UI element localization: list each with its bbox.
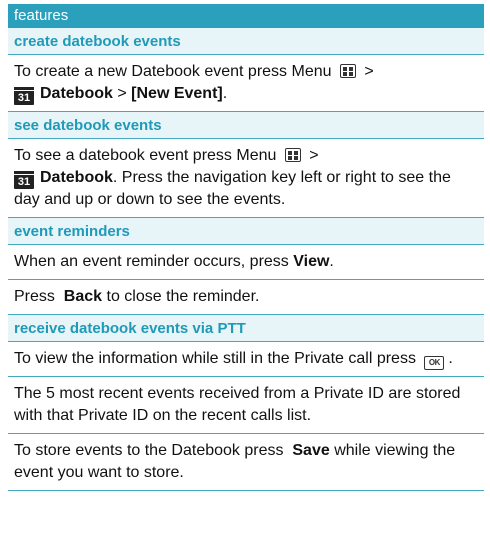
section-heading-text: receive datebook events via PTT bbox=[14, 320, 246, 337]
text: . bbox=[222, 85, 228, 102]
text: Press bbox=[14, 288, 55, 305]
features-header: features bbox=[8, 4, 484, 28]
menu-key-icon bbox=[339, 64, 356, 78]
text: . bbox=[329, 253, 334, 270]
section-heading-text: create datebook events bbox=[14, 33, 181, 50]
menu-key-icon bbox=[284, 148, 301, 162]
text: The 5 most recent events received from a… bbox=[14, 385, 461, 424]
text: To create a new Datebook event press Men… bbox=[14, 63, 332, 80]
ok-key-icon: OK bbox=[424, 356, 445, 370]
text: > bbox=[117, 85, 127, 102]
calendar-31-icon: 31 bbox=[14, 87, 34, 105]
manual-page: features create datebook events To creat… bbox=[0, 0, 490, 555]
section-heading-text: see datebook events bbox=[14, 117, 162, 134]
section-heading-create-datebook-events: create datebook events bbox=[8, 28, 484, 55]
features-table: features create datebook events To creat… bbox=[8, 4, 484, 491]
text: > bbox=[364, 63, 374, 80]
section-heading-see-datebook-events: see datebook events bbox=[8, 112, 484, 139]
section-body-see-datebook-events: To see a datebook event press Menu > 31 D… bbox=[8, 139, 484, 218]
text: > bbox=[309, 147, 319, 164]
text: to close the reminder. bbox=[106, 288, 260, 305]
back-label: Back bbox=[63, 288, 103, 305]
section-body-ptt-2: The 5 most recent events received from a… bbox=[8, 377, 484, 434]
datebook-label: Datebook bbox=[40, 169, 113, 186]
section-body-event-reminders-2: Press Back to close the reminder. bbox=[8, 280, 484, 315]
section-heading-text: event reminders bbox=[14, 223, 130, 240]
section-body-event-reminders-1: When an event reminder occurs, press Vie… bbox=[8, 245, 484, 280]
text: To view the information while still in t… bbox=[14, 350, 416, 367]
text: To see a datebook event press Menu bbox=[14, 147, 277, 164]
section-body-ptt-3: To store events to the Datebook press Sa… bbox=[8, 434, 484, 491]
datebook-label: Datebook bbox=[40, 85, 113, 102]
calendar-31-icon: 31 bbox=[14, 171, 34, 189]
view-label: View bbox=[293, 253, 330, 270]
section-heading-receive-datebook-events-via-ptt: receive datebook events via PTT bbox=[8, 315, 484, 342]
text: To store events to the Datebook press bbox=[14, 442, 284, 459]
features-title: features bbox=[14, 7, 69, 24]
section-body-create-datebook-events: To create a new Datebook event press Men… bbox=[8, 55, 484, 112]
save-label: Save bbox=[292, 442, 330, 459]
section-body-ptt-1: To view the information while still in t… bbox=[8, 342, 484, 377]
text: . bbox=[448, 350, 453, 367]
text: When an event reminder occurs, press bbox=[14, 253, 289, 270]
section-heading-event-reminders: event reminders bbox=[8, 218, 484, 245]
new-event-label: [New Event] bbox=[131, 85, 223, 102]
